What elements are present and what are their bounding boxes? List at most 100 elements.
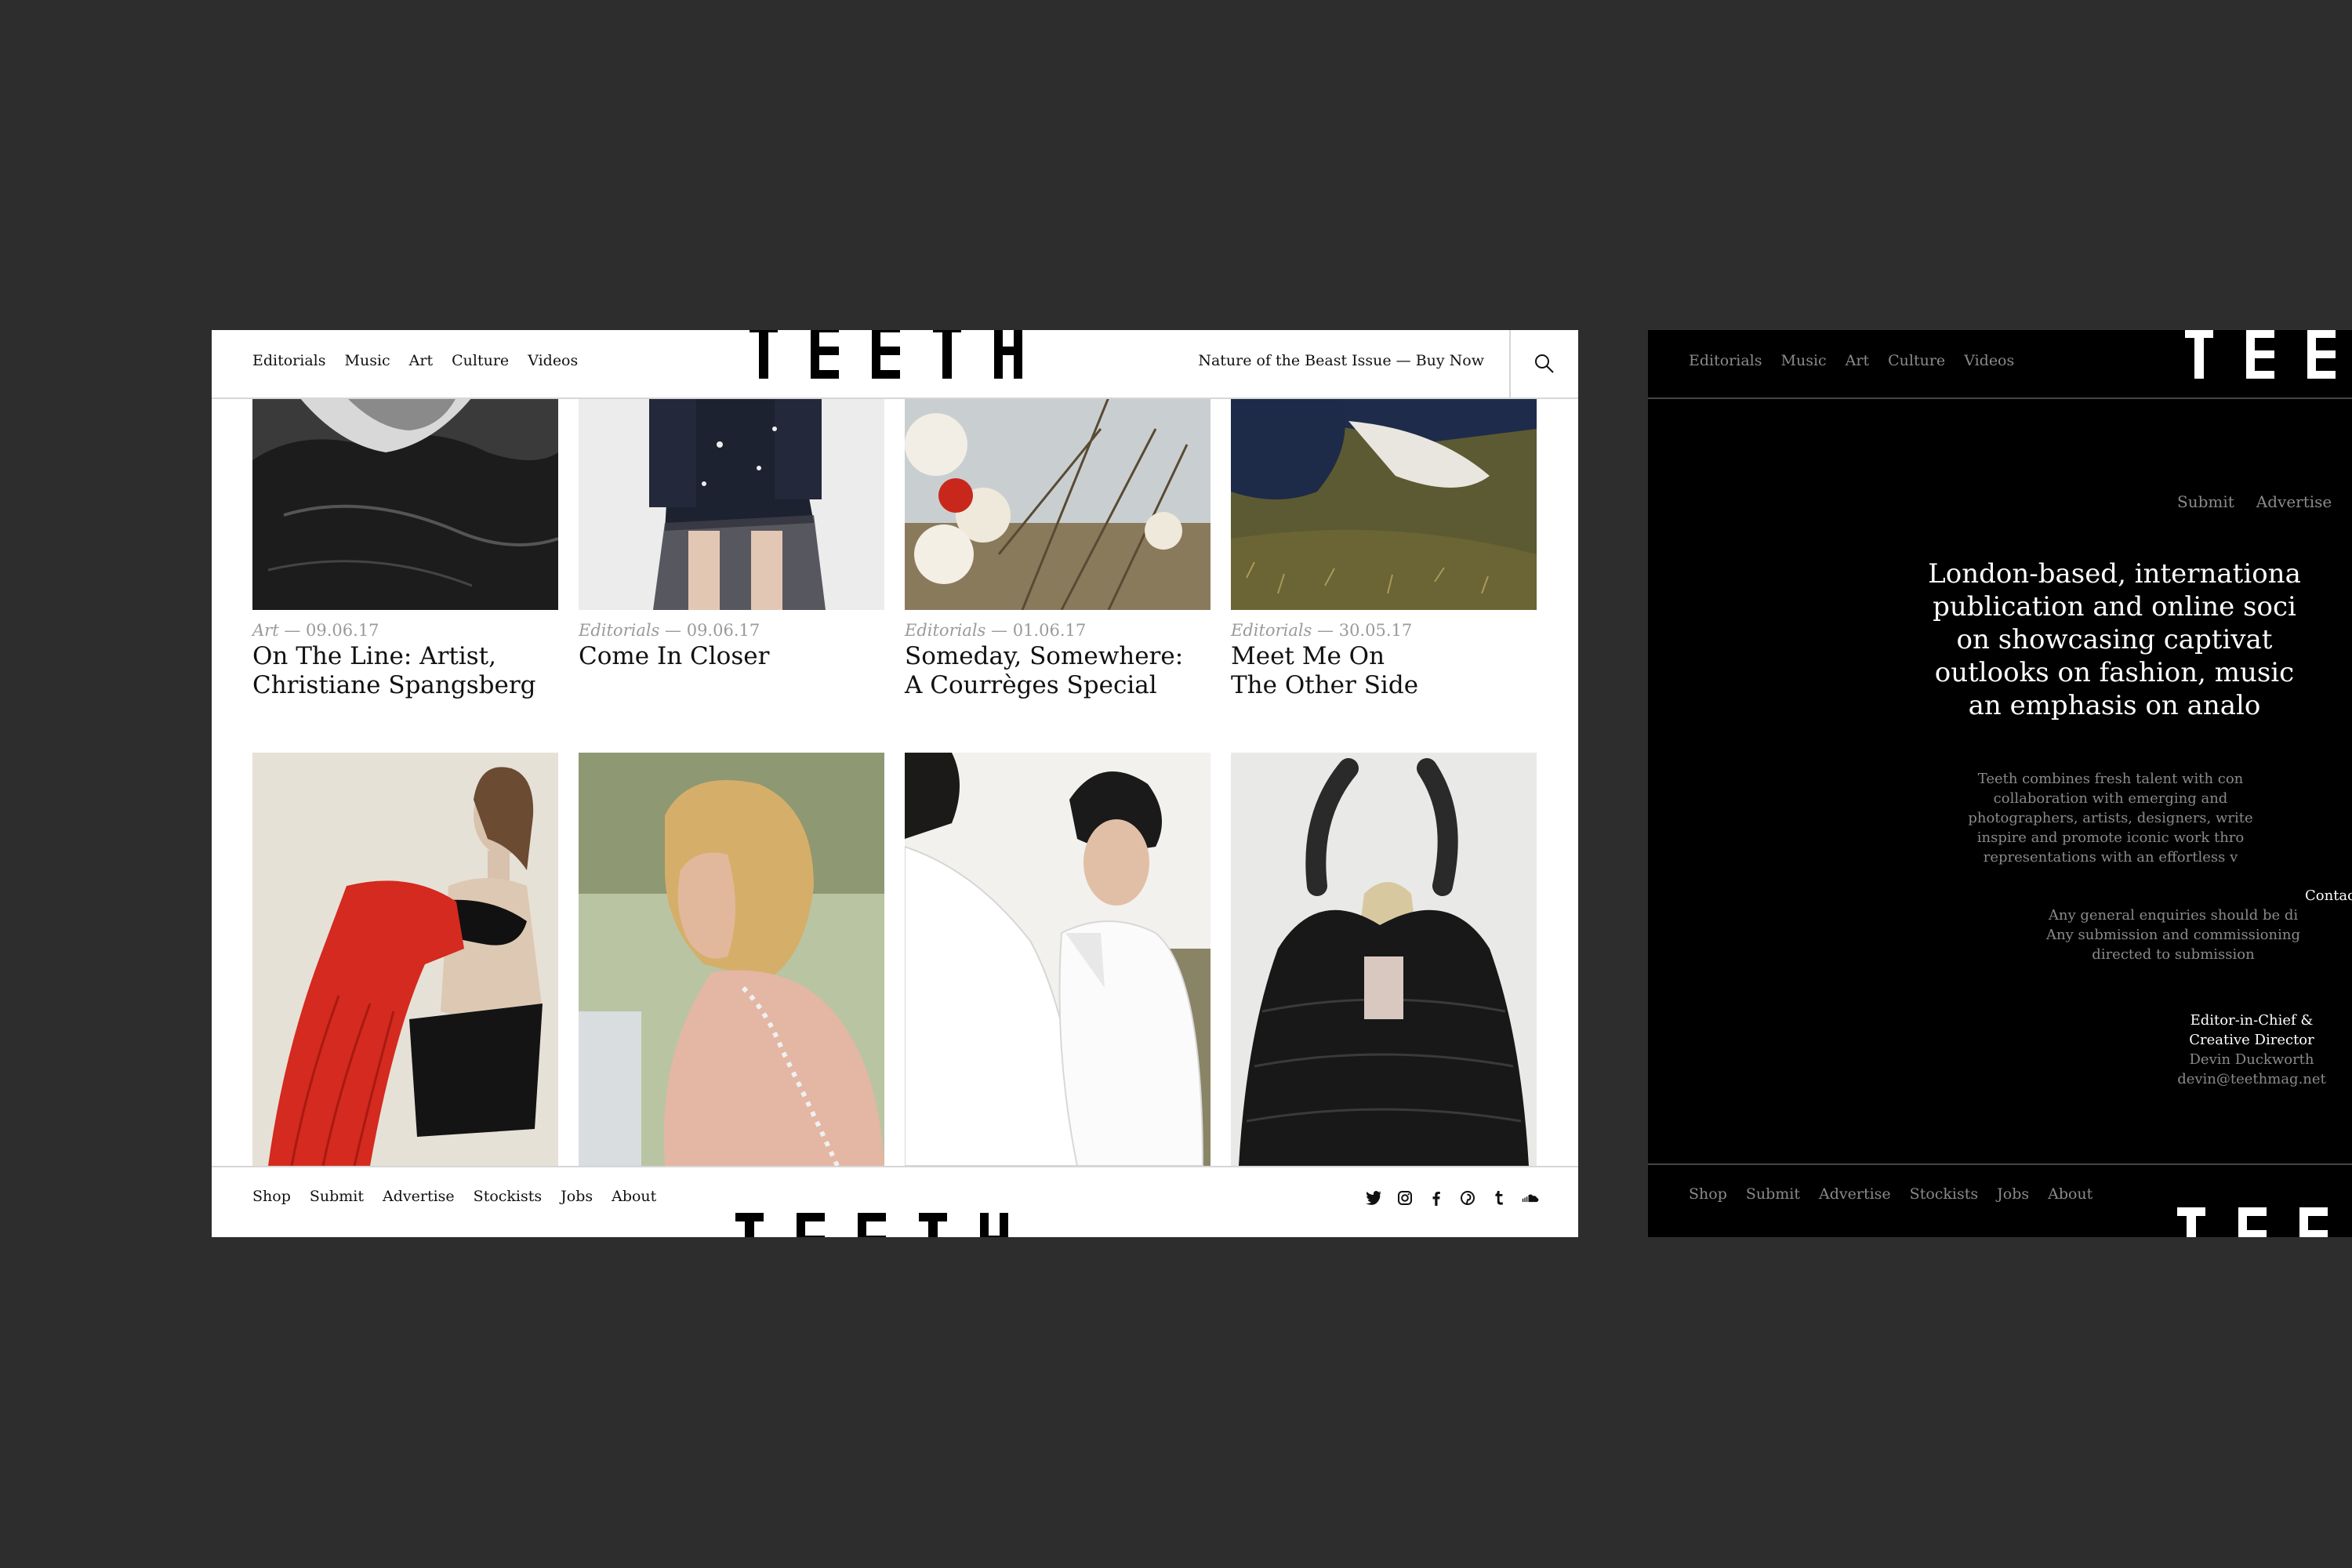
- editor-name: Devin Duckworth: [2189, 1051, 2314, 1068]
- footer-logo: [735, 1213, 1008, 1237]
- article-meta: Editorials — 09.06.17: [579, 621, 760, 640]
- article-date: — 09.06.17: [665, 621, 760, 640]
- article-image-white-shirts[interactable]: [905, 753, 1210, 1166]
- nav-item-editorials[interactable]: Editorials: [1689, 352, 1762, 369]
- about-page: Editorials Music Art Culture Videos Subm…: [1648, 330, 2352, 1237]
- about-sub-nav: Submit Advertise St: [2177, 492, 2352, 511]
- article-image-meet-me-on[interactable]: [1231, 397, 1537, 610]
- magazine-home-page: Editorials Music Art Culture Videos Natu…: [212, 330, 1578, 1237]
- site-footer-dark: Shop Submit Advertise Stockists Jobs Abo…: [1648, 1163, 2352, 1237]
- nav-item-culture[interactable]: Culture: [452, 352, 509, 369]
- sub-link-submit[interactable]: Submit: [2177, 492, 2234, 511]
- nav-item-videos[interactable]: Videos: [528, 352, 578, 369]
- body-line: representations with an effortless v: [1983, 849, 2238, 866]
- footer-link-submit[interactable]: Submit: [1746, 1185, 1800, 1203]
- twitter-icon[interactable]: [1365, 1189, 1382, 1207]
- lead-line: London-based, internationa: [1928, 558, 2301, 590]
- article-date: — 30.05.17: [1317, 621, 1413, 640]
- article-image-on-the-line[interactable]: [252, 397, 558, 610]
- site-logo[interactable]: [750, 330, 1022, 379]
- soundcloud-icon[interactable]: [1522, 1189, 1539, 1207]
- article-title-line: Christiane Spangsberg: [252, 671, 536, 699]
- footer-link-stockists[interactable]: Stockists: [1910, 1185, 1978, 1203]
- nav-item-editorials[interactable]: Editorials: [252, 352, 326, 369]
- footer-nav: Shop Submit Advertise Stockists Jobs Abo…: [1689, 1185, 2092, 1203]
- body-line: inspire and promote iconic work thro: [1976, 829, 2245, 846]
- footer-link-jobs[interactable]: Jobs: [561, 1188, 593, 1205]
- footer-link-jobs[interactable]: Jobs: [1997, 1185, 2029, 1203]
- contact-line: Any general enquiries should be di: [2048, 907, 2299, 924]
- site-footer: Shop Submit Advertise Stockists Jobs Abo…: [212, 1166, 1578, 1237]
- article-image-red-cape[interactable]: [252, 753, 558, 1166]
- footer-link-shop[interactable]: Shop: [252, 1188, 291, 1205]
- nav-item-videos[interactable]: Videos: [1964, 352, 2014, 369]
- footer-link-about[interactable]: About: [612, 1188, 656, 1205]
- body-line: Teeth combines fresh talent with con: [1977, 771, 2244, 787]
- footer-link-advertise[interactable]: Advertise: [1819, 1185, 1891, 1203]
- footer-logo: [2177, 1207, 2328, 1237]
- article-meta: Art — 09.06.17: [252, 621, 379, 640]
- body-line: photographers, artists, designers, write: [1968, 810, 2253, 826]
- editor-email-link[interactable]: devin@teethmag.net: [2134, 1069, 2352, 1089]
- article-title-line: Come In Closer: [579, 642, 770, 670]
- site-header: Editorials Music Art Culture Videos Natu…: [212, 330, 1578, 399]
- article-category[interactable]: Editorials: [1231, 621, 1312, 640]
- body-line: collaboration with emerging and: [1993, 790, 2228, 807]
- nav-item-art[interactable]: Art: [1846, 352, 1869, 369]
- editor-role: Creative Director: [2189, 1032, 2314, 1048]
- article-image-come-in-closer[interactable]: [579, 397, 884, 610]
- facebook-icon[interactable]: [1428, 1189, 1445, 1207]
- article-image-blonde-portrait[interactable]: [579, 753, 884, 1166]
- main-nav: Editorials Music Art Culture Videos: [1689, 352, 2014, 369]
- about-body-text: Teeth combines fresh talent with con col…: [1962, 769, 2259, 867]
- article-title-line: Meet Me On: [1231, 642, 1385, 670]
- article-category[interactable]: Editorials: [905, 621, 985, 640]
- main-nav: Editorials Music Art Culture Videos: [252, 352, 578, 369]
- instagram-icon[interactable]: [1396, 1189, 1414, 1207]
- article-image-someday-somewhere[interactable]: [905, 397, 1210, 610]
- pinterest-icon[interactable]: [1459, 1189, 1476, 1207]
- article-meta: Editorials — 01.06.17: [905, 621, 1086, 640]
- article-title-line: A Courrèges Special: [905, 671, 1157, 699]
- footer-nav: Shop Submit Advertise Stockists Jobs Abo…: [252, 1188, 656, 1205]
- article-category[interactable]: Editorials: [579, 621, 659, 640]
- lead-line: an emphasis on analo: [1968, 690, 2261, 721]
- contact-line: directed to submission: [2092, 946, 2255, 963]
- article-title-line: On The Line: Artist,: [252, 642, 496, 670]
- sub-link-advertise[interactable]: Advertise: [2256, 492, 2332, 511]
- editor-role: Editor-in-Chief &: [2190, 1012, 2314, 1029]
- tumblr-icon[interactable]: [1490, 1189, 1508, 1207]
- social-links: [1365, 1189, 1539, 1207]
- article-category[interactable]: Art: [252, 621, 279, 640]
- contact-line: Any submission and commissioning: [2046, 927, 2300, 943]
- search-button[interactable]: [1509, 330, 1578, 397]
- issue-promo-link[interactable]: Nature of the Beast Issue — Buy Now: [1198, 352, 1484, 369]
- nav-item-culture[interactable]: Culture: [1888, 352, 1945, 369]
- site-header-dark: Editorials Music Art Culture Videos: [1648, 330, 2352, 399]
- editor-contact: Editor-in-Chief & Creative Director Devi…: [2134, 1011, 2352, 1089]
- footer-link-about[interactable]: About: [2048, 1185, 2092, 1203]
- search-icon: [1535, 354, 1554, 373]
- article-title-line: The Other Side: [1231, 671, 1419, 699]
- contact-heading: Contac: [2305, 887, 2352, 904]
- about-lead-text: London-based, internationa publication a…: [1922, 557, 2307, 722]
- article-date: — 01.06.17: [991, 621, 1087, 640]
- article-title[interactable]: On The Line: Artist, Christiane Spangsber…: [252, 642, 566, 700]
- article-title[interactable]: Come In Closer: [579, 642, 892, 671]
- article-title[interactable]: Meet Me On The Other Side: [1231, 642, 1544, 700]
- nav-item-music[interactable]: Music: [345, 352, 390, 369]
- article-meta: Editorials — 30.05.17: [1231, 621, 1412, 640]
- footer-link-shop[interactable]: Shop: [1689, 1185, 1727, 1203]
- article-title-line: Someday, Somewhere:: [905, 642, 1184, 670]
- contact-text: Any general enquiries should be di Any s…: [1977, 906, 2352, 964]
- lead-line: outlooks on fashion, music: [1934, 657, 2295, 688]
- site-logo[interactable]: [2185, 330, 2336, 379]
- footer-link-submit[interactable]: Submit: [310, 1188, 364, 1205]
- lead-line: publication and online soci: [1933, 591, 2296, 622]
- article-title[interactable]: Someday, Somewhere: A Courrèges Special: [905, 642, 1218, 700]
- article-image-black-puffer[interactable]: [1231, 753, 1537, 1166]
- nav-item-art[interactable]: Art: [409, 352, 433, 369]
- footer-link-advertise[interactable]: Advertise: [383, 1188, 455, 1205]
- nav-item-music[interactable]: Music: [1781, 352, 1827, 369]
- footer-link-stockists[interactable]: Stockists: [474, 1188, 542, 1205]
